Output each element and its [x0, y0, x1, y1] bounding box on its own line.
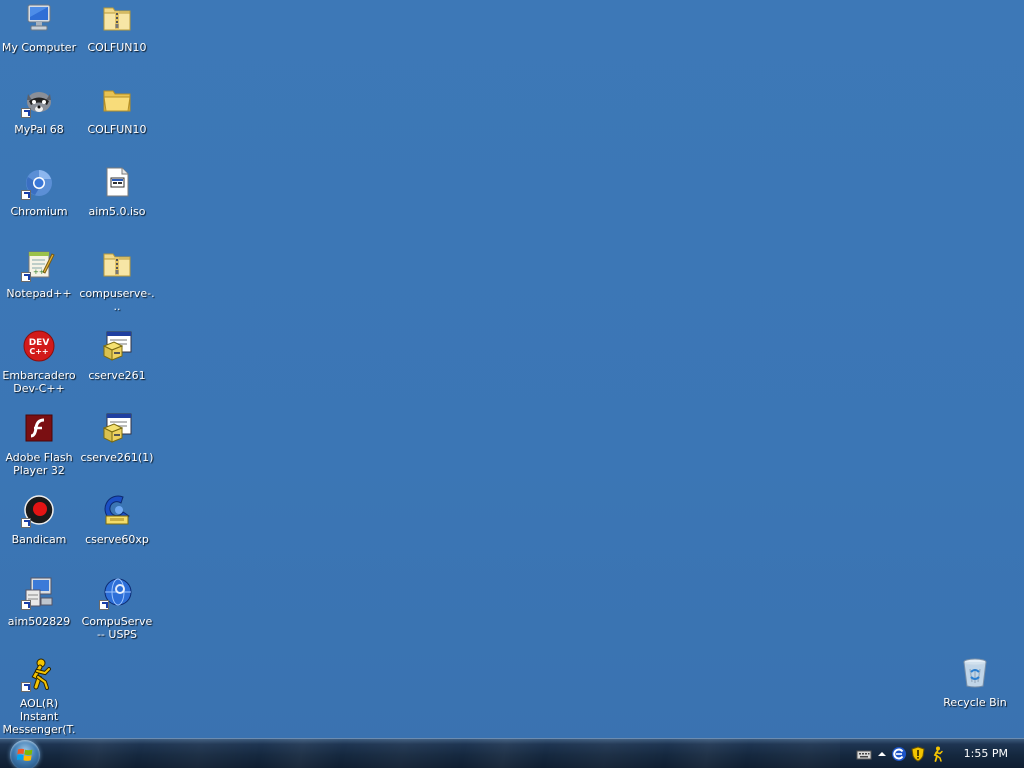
desktop-icon-label: cserve261(1)	[80, 451, 154, 464]
desktop-icon-recycle-bin[interactable]: Recycle Bin	[936, 655, 1014, 733]
desktop-icon-label: cserve261	[88, 369, 146, 382]
desktop-icon-colfun10-folder[interactable]: COLFUN10	[78, 82, 156, 160]
folder-icon	[101, 84, 133, 116]
shortcut-arrow-icon	[21, 682, 31, 692]
desktop-icon-label: Adobe Flash Player 32	[5, 451, 73, 477]
taskbar: 1:55 PM	[0, 738, 1024, 768]
zip-folder-icon	[101, 248, 133, 280]
system-tray: 1:55 PM	[854, 739, 1024, 768]
setup-computer-icon	[21, 576, 55, 610]
desktop-icon-label: My Computer	[1, 41, 77, 54]
desktop-icon-aim502829[interactable]: aim502829	[0, 574, 78, 652]
desktop-icon-bandicam[interactable]: Bandicam	[0, 492, 78, 570]
desktop-icon-label: COLFUN10	[87, 41, 147, 54]
desktop-icon-label: compuserve-...	[79, 287, 155, 313]
desktop-icon-cserve60xp[interactable]: cserve60xp	[78, 492, 156, 570]
desktop-icon-adobe-flash-player[interactable]: Adobe Flash Player 32	[0, 410, 78, 488]
keyboard-icon[interactable]	[856, 746, 872, 762]
desktop-icon-cserve261[interactable]: cserve261	[78, 328, 156, 406]
desktop-icon-label: aim5.0.iso	[88, 205, 146, 218]
shortcut-arrow-icon	[21, 190, 31, 200]
my-computer-icon	[23, 2, 55, 34]
notepad-plus-plus-icon: ++	[21, 248, 55, 282]
desktop-icon-mypal-68[interactable]: MyPal 68	[0, 82, 78, 160]
desktop-icon-label: cserve60xp	[85, 533, 149, 546]
dev-cpp-icon: DEV C++	[23, 330, 55, 362]
mypal-raccoon-icon	[21, 84, 55, 118]
shortcut-arrow-icon	[99, 600, 109, 610]
desktop-icon-colfun10-zip[interactable]: COLFUN10	[78, 0, 156, 78]
recycle-bin-icon	[959, 657, 991, 689]
taskbar-clock[interactable]: 1:55 PM	[964, 739, 1008, 768]
security-shield-icon[interactable]	[910, 746, 926, 762]
desktop-icon-label: MyPal 68	[14, 123, 64, 136]
desktop-icon-compuserve-usps[interactable]: CompuServe -- USPS	[78, 574, 156, 652]
desktop[interactable]: My Computer MyPal 68 Chromium ++ Notepad…	[0, 0, 1024, 749]
bandicam-icon	[21, 494, 55, 528]
desktop-icon-label: aim502829	[7, 615, 71, 628]
desktop-icon-label: CompuServe -- USPS	[81, 615, 153, 641]
svg-text:++: ++	[33, 268, 45, 276]
chromium-icon	[21, 166, 55, 200]
desktop-icon-my-computer[interactable]: My Computer	[0, 0, 78, 78]
compuserve-e-icon[interactable]	[891, 746, 907, 762]
shortcut-arrow-icon	[21, 108, 31, 118]
show-hidden-icons-chevron-icon[interactable]	[874, 746, 890, 762]
start-button[interactable]	[10, 740, 40, 768]
aim-running-man-icon	[21, 658, 55, 692]
shortcut-arrow-icon	[21, 272, 31, 282]
desktop-icon-label: Embarcadero Dev-C++	[2, 369, 76, 395]
shortcut-arrow-icon	[21, 518, 31, 528]
desktop-icon-label: COLFUN10	[87, 123, 147, 136]
zip-folder-icon	[101, 2, 133, 34]
desktop-icon-label: Chromium	[10, 205, 68, 218]
windows-start-orb-icon	[17, 748, 33, 761]
compuserve-globe-icon	[99, 576, 133, 610]
desktop-icon-compuserve-zip[interactable]: compuserve-...	[78, 246, 156, 324]
iso-file-icon	[101, 166, 133, 198]
desktop-icon-notepad-plus-plus[interactable]: ++ Notepad++	[0, 246, 78, 324]
desktop-icon-cserve261-1[interactable]: cserve261(1)	[78, 410, 156, 488]
installer-icon	[101, 412, 133, 444]
desktop-icon-aim5-iso[interactable]: aim5.0.iso	[78, 164, 156, 242]
compuserve-icon	[101, 494, 133, 526]
shortcut-arrow-icon	[21, 600, 31, 610]
desktop-icon-label: Notepad++	[6, 287, 72, 300]
desktop-icon-label: Bandicam	[11, 533, 67, 546]
desktop-icon-label: Recycle Bin	[943, 696, 1007, 709]
desktop-icon-chromium[interactable]: Chromium	[0, 164, 78, 242]
installer-icon	[101, 330, 133, 362]
taskbar-background	[60, 739, 840, 768]
svg-text:C++: C++	[29, 347, 48, 356]
flash-player-icon	[23, 412, 55, 444]
desktop-icon-dev-cpp[interactable]: DEV C++ Embarcadero Dev-C++	[0, 328, 78, 406]
desktop-icon-aol-instant-messenger[interactable]: AOL(R) Instant Messenger(T...	[0, 656, 78, 749]
aim-tray-icon[interactable]	[929, 746, 945, 762]
